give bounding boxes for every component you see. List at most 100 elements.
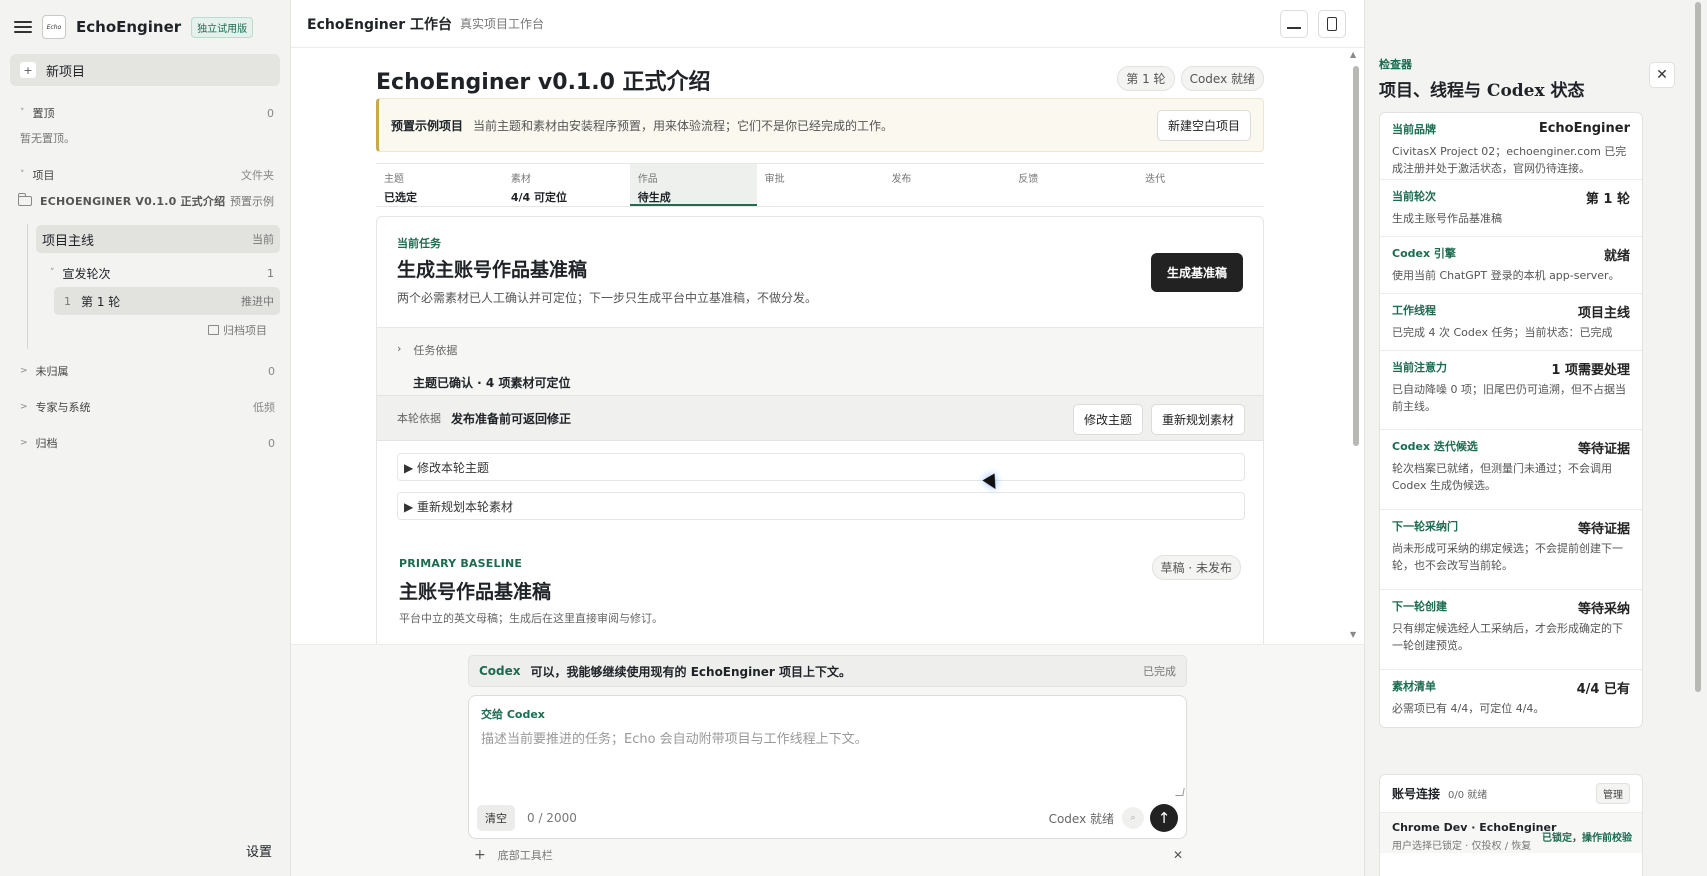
section-archive-count: 0 (268, 436, 275, 450)
settings-button[interactable]: 设置 (246, 841, 272, 860)
account-row[interactable]: Chrome Dev · EchoEnginer 用户选择已锁定 · 仅投权 /… (1380, 813, 1642, 853)
menu-icon[interactable] (14, 18, 32, 36)
send-button[interactable]: ↑ (1150, 804, 1178, 832)
inspector-value: 等待采纳 (1577, 602, 1630, 617)
section-projects[interactable]: ˅ 项目 文件夹 (0, 162, 290, 188)
sidebar-header: Echo EchoEnginer 独立试用版 (0, 0, 290, 54)
current-task-card: 当前任务 生成主账号作品基准稿 两个必需素材已人工确认并可定位；下一步只生成平台… (376, 216, 1264, 644)
codex-sender: Codex (479, 664, 521, 678)
preset-notice: 预置示例项目 当前主题和素材由安装程序预置，用来体验流程；它们不是你已经完成的工… (376, 98, 1264, 152)
section-experts-meta: 低频 (253, 401, 275, 414)
task-desc: 两个必需素材已人工确认并可定位；下一步只生成平台中立基准稿，不做分发。 (397, 291, 818, 305)
plus-icon: + (20, 62, 36, 78)
round-index: 1 (64, 294, 71, 308)
round-group[interactable]: ˅ 宣发轮次 1 (50, 262, 280, 284)
inspector-desc: 轮次档案已就绪，但测量门未通过；不会调用 Codex 生成伪候选。 (1392, 462, 1612, 492)
inspector-value: 1 项需要处理 (1551, 363, 1630, 378)
account-status: 已锁定，操作前校验 (1542, 833, 1632, 844)
task-basis[interactable]: › 任务依据 主题已确认 · 4 项素材可定位 (377, 327, 1263, 395)
round-label: 第 1 轮 (81, 294, 121, 309)
generate-baseline-button[interactable]: 生成基准稿 (1150, 253, 1243, 292)
close-icon[interactable]: ✕ (1173, 848, 1183, 862)
section-experts-label: 专家与系统 (35, 401, 91, 414)
project-item[interactable]: ECHOENGINER V0.1.0 正式介绍 预置示例 (0, 188, 290, 214)
step-iterate[interactable]: 迭代 (1137, 164, 1264, 206)
inspector-tag: 检查器 (1379, 58, 1412, 71)
clear-button[interactable]: 清空 (477, 805, 515, 831)
chevron-right-icon: › (397, 342, 402, 355)
replan-materials-button[interactable]: 重新规划素材 (1150, 404, 1245, 435)
step-materials[interactable]: 素材 4/4 可定位 (503, 164, 630, 206)
main-header: EchoEnginer 工作台 真实项目工作台 (291, 0, 1364, 48)
step-label: 发布 (891, 174, 912, 185)
step-publish[interactable]: 发布 (883, 164, 1010, 206)
resize-handle[interactable] (1175, 788, 1185, 796)
round-status: 推进中 (241, 295, 274, 308)
inspector-desc: 只有绑定候选经人工采纳后，才会形成确定的下一轮创建预览。 (1392, 622, 1623, 652)
chevron-down-icon: ˅ (20, 108, 25, 118)
scroll-down-icon[interactable]: ▼ (1350, 630, 1356, 639)
sidebar-item-main-line[interactable]: 项目主线 当前 (36, 225, 280, 253)
section-unassigned-count: 0 (268, 364, 275, 378)
section-experts[interactable]: > 专家与系统 低频 (0, 394, 291, 420)
archive-project-button[interactable]: 归档项目 (208, 322, 267, 338)
page-subtitle: 真实项目工作台 (460, 17, 545, 31)
step-label: 作品 (637, 174, 658, 185)
section-unassigned[interactable]: > 未归属 0 (0, 358, 291, 384)
inspector-panel: 检查器 项目、线程与 Codex 状态 ✕ 当前品牌 EchoEnginer Civ… (1364, 0, 1707, 876)
archive-project-label: 归档项目 (223, 324, 267, 337)
minimize-button[interactable] (1280, 10, 1308, 38)
step-topic[interactable]: 主题 已选定 (376, 164, 503, 206)
section-pinned[interactable]: ˅ 置顶 0 (0, 100, 290, 126)
pinned-empty-text: 暂无置顶。 (20, 132, 75, 145)
inspector-value: 第 1 轮 (1585, 192, 1630, 207)
search-icon[interactable]: ⌕ (1122, 807, 1144, 829)
folder-action[interactable]: 文件夹 (241, 167, 274, 183)
task-input[interactable] (477, 724, 1177, 792)
archive-icon (208, 325, 219, 335)
content-scrollbar[interactable] (1353, 66, 1359, 446)
inspector-key: Codex 引擎 (1392, 247, 1456, 260)
edit-topic-button[interactable]: 修改主题 (1072, 404, 1143, 435)
draft-status-pill: 草稿 · 未发布 (1151, 555, 1241, 580)
expand-edit-topic[interactable]: ▶ 修改本轮主题 (397, 453, 1245, 481)
section-archive[interactable]: > 归档 0 (0, 430, 291, 456)
sidebar: Echo EchoEnginer 独立试用版 + 新项目 ˅ 置顶 0 暂无置顶。… (0, 0, 291, 876)
step-approval[interactable]: 审批 (757, 164, 884, 206)
inspector-item-next-round: 下一轮创建 等待采纳 只有绑定候选经人工采纳后，才会形成确定的下一轮创建预览。 (1380, 590, 1642, 670)
section-unassigned-label: 未归属 (35, 365, 69, 378)
section-archive-label: 归档 (35, 437, 58, 450)
basis-summary: 主题已确认 · 4 项素材可定位 (413, 376, 571, 390)
new-project-label: 新项目 (46, 64, 86, 80)
close-inspector-button[interactable]: ✕ (1649, 62, 1675, 88)
step-work[interactable]: 作品 待生成 (629, 164, 757, 206)
inspector-value: EchoEnginer (1538, 121, 1630, 136)
main-line-tag: 当前 (252, 233, 274, 246)
step-label: 素材 (510, 174, 531, 185)
section-projects-label: 项目 (32, 169, 55, 182)
manage-accounts-button[interactable]: 管理 (1596, 783, 1630, 804)
new-project-button[interactable]: + 新项目 (10, 54, 280, 86)
expand-replan-materials[interactable]: ▶ 重新规划本轮素材 (397, 492, 1245, 520)
logo-text: Echo (46, 23, 62, 31)
inspector-value: 4/4 已有 (1576, 682, 1630, 697)
inspector-item-engine: Codex 引擎 就绪 使用当前 ChatGPT 登录的本机 app-server。 (1380, 237, 1642, 294)
chevron-down-icon: ˅ (20, 170, 25, 180)
inspector-scrollbar[interactable] (1695, 2, 1701, 692)
bottom-toolbar-label[interactable]: 底部工具栏 (498, 847, 553, 863)
scroll-up-icon[interactable]: ▲ (1350, 50, 1356, 59)
toggle-panel-button[interactable] (1318, 10, 1346, 38)
step-feedback[interactable]: 反馈 (1010, 164, 1137, 206)
plus-icon[interactable]: + (474, 847, 486, 863)
round-pill: 第 1 轮 (1117, 66, 1175, 91)
codex-ready-status: Codex 就绪 (1048, 811, 1114, 826)
workflow-steps: 主题 已选定 素材 4/4 可定位 作品 待生成 审批 发布 反馈 迭代 (376, 163, 1264, 207)
composer-header: 交给 Codex (481, 708, 545, 721)
sidebar-item-round-1[interactable]: 1 第 1 轮 推进中 (54, 287, 280, 315)
notice-text: 当前主题和素材由安装程序预置，用来体验流程；它们不是你已经完成的工作。 (473, 118, 894, 133)
step-label: 审批 (764, 174, 785, 185)
step-label: 反馈 (1018, 174, 1039, 185)
main-line-label: 项目主线 (42, 233, 95, 249)
new-blank-project-button[interactable]: 新建空白项目 (1156, 110, 1251, 141)
chevron-right-icon: > (20, 366, 28, 376)
